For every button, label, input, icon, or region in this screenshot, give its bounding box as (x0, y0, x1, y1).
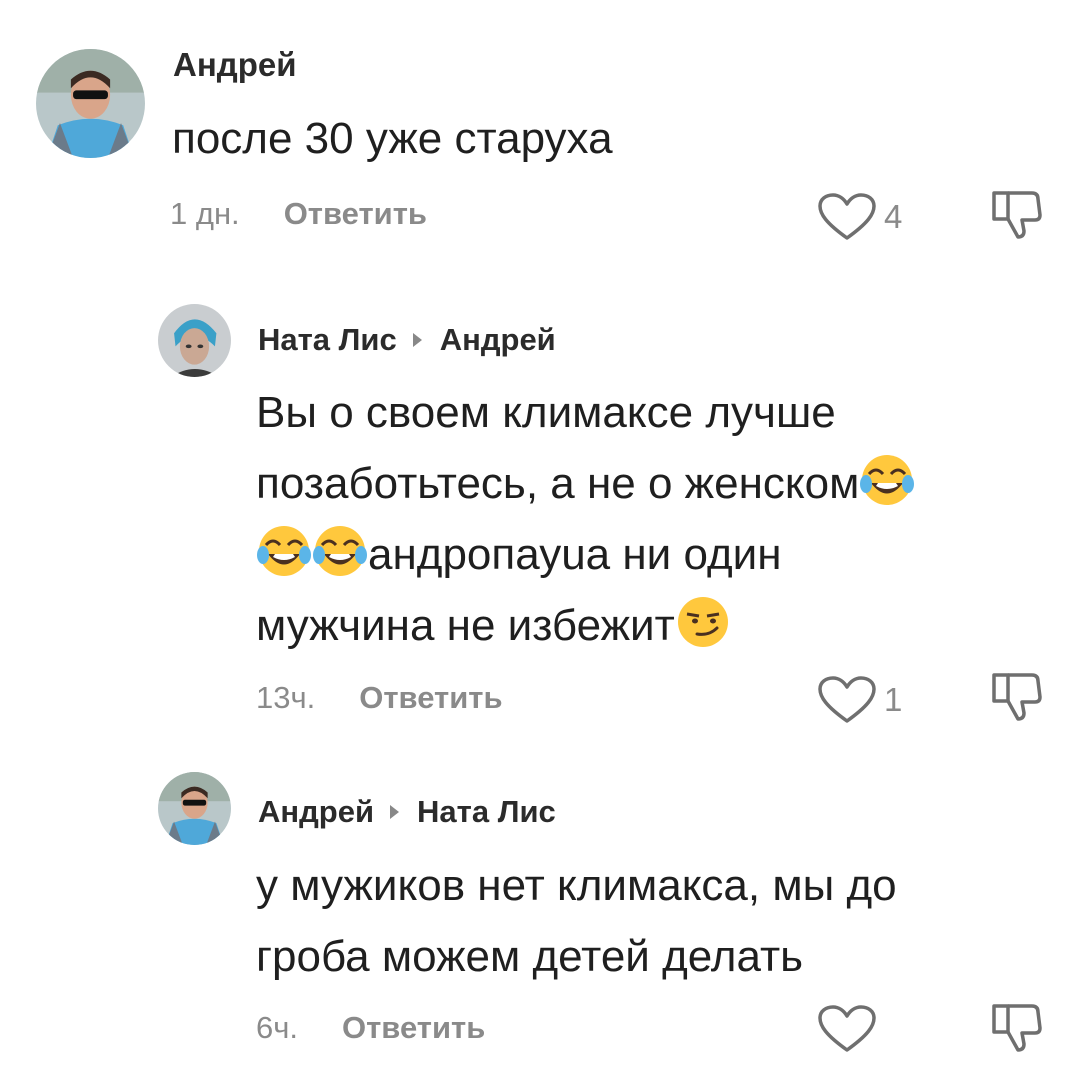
tears-of-joy-emoji-icon (312, 523, 368, 579)
comment-meta: 6ч. Ответить (256, 1010, 485, 1046)
text-line-4: мужчина не избежит (256, 590, 915, 661)
like-count: 4 (884, 198, 903, 235)
dislike-button[interactable] (990, 189, 1044, 246)
text-line-1: у мужиков нет климакса, мы до (256, 861, 897, 910)
author-name: Андрей (173, 46, 297, 83)
avatar-andrey[interactable] (158, 772, 231, 845)
comment-2: Ната Лис Андрей Вы о своем климаксе лучш… (0, 260, 1080, 730)
text-part: андропауua ни один (368, 530, 782, 579)
comment-author: Ната Лис Андрей (258, 322, 556, 358)
user-avatar-nata-icon (158, 304, 231, 377)
heart-icon (818, 193, 876, 240)
comment-time: 13ч. (256, 680, 316, 715)
comment-meta: 1 дн. Ответить (170, 196, 427, 232)
reply-arrow-icon (412, 333, 422, 347)
text-line-3: андропауua ни один (256, 519, 915, 590)
thumb-down-icon (992, 191, 1042, 239)
author-name[interactable]: Андрей (258, 794, 374, 830)
text-part: Вы о своем климаксе лучше (256, 388, 836, 437)
text-line-2: гроба можем детей делать (256, 932, 804, 981)
comment-meta: 13ч. Ответить (256, 680, 503, 716)
like-button[interactable] (816, 1004, 884, 1054)
comment-text: Вы о своем климаксе лучше позаботьтесь, … (256, 377, 915, 661)
reply-arrow-icon (390, 805, 400, 819)
thumb-down-icon (992, 1004, 1042, 1052)
reply-button[interactable]: Ответить (359, 680, 502, 716)
text-line-2: позаботьтесь, а не о женском (256, 448, 915, 519)
thumb-down-icon (992, 673, 1042, 721)
comment-1: Андрей после 30 уже старуха 1 дн. Ответи… (0, 0, 1080, 260)
reply-to-name[interactable]: Ната Лис (417, 794, 556, 830)
tears-of-joy-emoji-icon (256, 523, 312, 579)
text-part: мужчина не избежит (256, 601, 675, 650)
avatar-andrey[interactable] (36, 49, 145, 158)
tears-of-joy-emoji-icon (859, 452, 915, 508)
avatar-nata[interactable] (158, 304, 231, 377)
dislike-button[interactable] (990, 671, 1044, 728)
like-button[interactable]: 1 (816, 675, 902, 725)
text-part: позаботьтесь, а не о женском (256, 459, 860, 508)
reply-to-name[interactable]: Андрей (440, 322, 556, 358)
comment-time: 6ч. (256, 1010, 299, 1045)
heart-icon (818, 1005, 876, 1052)
text-line-1: Вы о своем климаксе лучше (256, 377, 915, 448)
like-button[interactable]: 4 (816, 192, 902, 242)
author-name[interactable]: Ната Лис (258, 322, 397, 358)
reply-button[interactable]: Ответить (342, 1010, 485, 1046)
comment-author[interactable]: Андрей (173, 46, 297, 84)
comment-time: 1 дн. (170, 196, 240, 231)
user-avatar-andrey-icon (158, 772, 231, 845)
comment-text: у мужиков нет климакса, мы до гроба може… (256, 850, 897, 992)
comment-3: Андрей Ната Лис у мужиков нет климакса, … (0, 730, 1080, 1073)
dislike-button[interactable] (990, 1002, 1044, 1059)
comment-text: после 30 уже старуха (172, 114, 613, 163)
heart-icon (818, 676, 876, 723)
user-avatar-andrey-icon (36, 49, 145, 158)
reply-button[interactable]: Ответить (284, 196, 427, 232)
comment-author: Андрей Ната Лис (258, 794, 556, 830)
like-count: 1 (884, 681, 903, 718)
smirking-emoji-icon (675, 594, 731, 650)
